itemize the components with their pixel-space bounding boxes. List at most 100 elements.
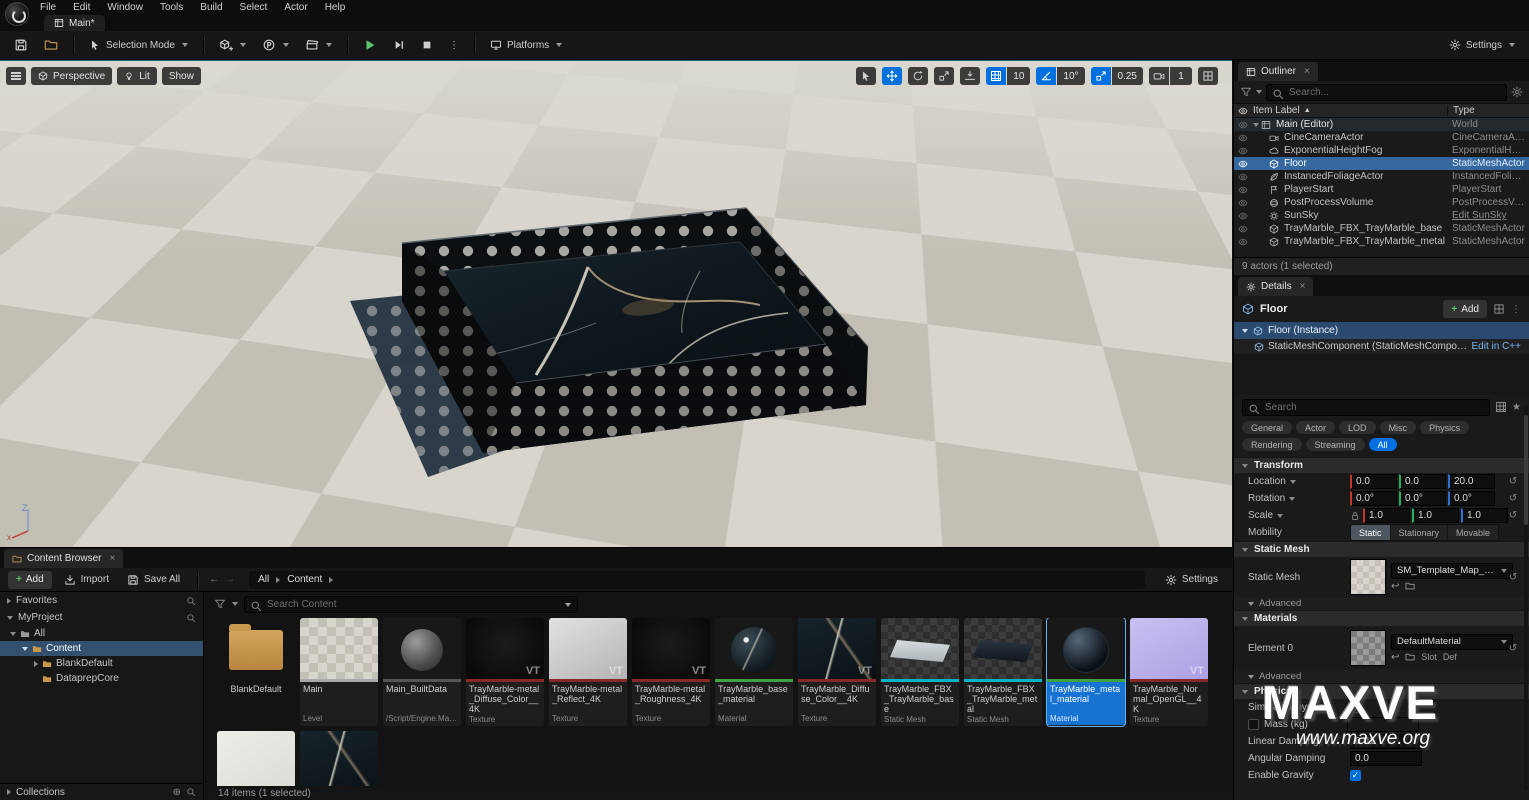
- chevron-down-icon[interactable]: [232, 602, 238, 606]
- add-asset-button[interactable]: +Add: [8, 571, 52, 589]
- details-options-kebab[interactable]: ⋮: [1511, 304, 1521, 315]
- move-tool-button[interactable]: [882, 67, 902, 85]
- scale-tool-button[interactable]: [934, 67, 954, 85]
- location-label[interactable]: Location: [1248, 476, 1350, 487]
- rotation-z-field[interactable]: 0.0°: [1448, 491, 1495, 506]
- eye-icon[interactable]: [1238, 198, 1248, 208]
- grid-snap-value[interactable]: 10: [1007, 67, 1030, 85]
- details-scrollbar[interactable]: [1524, 405, 1528, 790]
- camera-speed-button[interactable]: [1149, 67, 1169, 85]
- mobility-movable[interactable]: Movable: [1448, 525, 1498, 540]
- filter-physics[interactable]: Physics: [1420, 421, 1469, 434]
- lock-scale-icon[interactable]: [1350, 511, 1360, 521]
- asset-tile-partial[interactable]: [300, 731, 378, 786]
- linear-damping-field[interactable]: 0.01: [1350, 734, 1422, 749]
- play-button[interactable]: [357, 34, 383, 56]
- rotation-snap-toggle[interactable]: [1036, 67, 1056, 85]
- chevron-down-icon[interactable]: [1256, 90, 1262, 94]
- filter-lod[interactable]: LOD: [1339, 421, 1376, 434]
- reset-to-default-icon[interactable]: ↺: [1505, 493, 1521, 504]
- import-button[interactable]: Import: [58, 569, 115, 591]
- favorites-section[interactable]: Favorites: [0, 592, 203, 609]
- scale-label[interactable]: Scale: [1248, 510, 1350, 521]
- search-options-caret[interactable]: [565, 603, 571, 607]
- menu-help[interactable]: Help: [325, 2, 346, 13]
- close-icon[interactable]: ×: [109, 553, 115, 564]
- filter-actor[interactable]: Actor: [1296, 421, 1335, 434]
- filter-streaming[interactable]: Streaming: [1306, 438, 1365, 451]
- outliner-row-postprocess[interactable]: PostProcessVolume PostProcessVolu: [1234, 196, 1529, 209]
- menu-edit[interactable]: Edit: [73, 2, 90, 13]
- section-materials[interactable]: Materials: [1234, 610, 1529, 626]
- material-dropdown[interactable]: DefaultMaterial: [1391, 634, 1513, 650]
- blueprints-dropdown[interactable]: [256, 34, 295, 56]
- outliner-row-main-editor[interactable]: Main (Editor) World: [1234, 118, 1529, 131]
- skip-frame-button[interactable]: [387, 34, 411, 56]
- close-icon[interactable]: ×: [1300, 281, 1306, 292]
- add-collection-icon[interactable]: ⊕: [173, 787, 181, 798]
- outliner-row-playerstart[interactable]: PlayerStart PlayerStart: [1234, 183, 1529, 196]
- unreal-engine-logo[interactable]: [5, 2, 29, 26]
- mass-field[interactable]: [1347, 717, 1419, 732]
- outliner-row-sunsky[interactable]: SunSky Edit SunSky: [1234, 209, 1529, 222]
- component-row[interactable]: StaticMeshComponent (StaticMeshComponent…: [1234, 339, 1529, 355]
- maximize-viewport-button[interactable]: [1198, 67, 1218, 85]
- tree-item-blankdefault[interactable]: BlankDefault: [0, 656, 203, 671]
- reset-to-default-icon[interactable]: ↺: [1505, 476, 1521, 487]
- settings-dropdown[interactable]: Settings: [1443, 34, 1521, 56]
- mobility-stationary[interactable]: Stationary: [1391, 525, 1449, 540]
- filter-all[interactable]: All: [1369, 438, 1397, 451]
- filter-funnel-icon[interactable]: [1240, 86, 1252, 98]
- save-all-button[interactable]: Save All: [121, 569, 186, 591]
- menu-tools[interactable]: Tools: [160, 2, 183, 13]
- close-icon[interactable]: ×: [1304, 66, 1310, 77]
- outliner-row-cinecamera[interactable]: CineCameraActor CineCameraActor: [1234, 131, 1529, 144]
- outliner-column-header[interactable]: Item Label▲ Type: [1234, 103, 1529, 118]
- tab-outliner[interactable]: Outliner ×: [1238, 62, 1318, 81]
- cinematics-dropdown[interactable]: [299, 34, 338, 56]
- eye-icon[interactable]: [1238, 172, 1248, 182]
- eye-icon[interactable]: [1238, 224, 1248, 234]
- outliner-row-foliage[interactable]: InstancedFoliageActor InstancedFoliage: [1234, 170, 1529, 183]
- grid-snap-toggle[interactable]: [986, 67, 1006, 85]
- outliner-row-traymarble-base[interactable]: TrayMarble_FBX_TrayMarble_base StaticMes…: [1234, 222, 1529, 235]
- rotation-snap-value[interactable]: 10°: [1057, 67, 1084, 85]
- material-thumbnail[interactable]: [1350, 630, 1386, 666]
- edit-sunsky-link[interactable]: Edit SunSky: [1447, 210, 1525, 221]
- asset-tile-partial[interactable]: [217, 731, 295, 786]
- filter-general[interactable]: General: [1242, 421, 1292, 434]
- asset-tile-metal-material-selected[interactable]: TrayMarble_metal_materialMaterial: [1047, 618, 1125, 726]
- breadcrumb-all[interactable]: All: [258, 574, 269, 585]
- tree-item-dataprepcore[interactable]: DataprepCore: [0, 671, 203, 686]
- asset-tile-normal-opengl[interactable]: VT TrayMarble_Normal_OpenGL__4KTexture: [1130, 618, 1208, 726]
- instance-header[interactable]: Floor (Instance): [1234, 322, 1529, 339]
- filter-rendering[interactable]: Rendering: [1242, 438, 1302, 451]
- section-transform[interactable]: Transform: [1234, 457, 1529, 473]
- lit-mode-dropdown[interactable]: Lit: [117, 67, 157, 85]
- search-icon[interactable]: [186, 596, 196, 606]
- static-mesh-advanced[interactable]: Advanced: [1234, 597, 1529, 610]
- selection-mode-dropdown[interactable]: Selection Mode: [83, 34, 194, 56]
- reset-to-default-icon[interactable]: ↺: [1505, 510, 1521, 521]
- search-icon[interactable]: [186, 787, 196, 797]
- menu-file[interactable]: File: [40, 2, 56, 13]
- viewport-menu-button[interactable]: [6, 67, 26, 85]
- location-x-field[interactable]: 0.0: [1350, 474, 1397, 489]
- perspective-dropdown[interactable]: Perspective: [31, 67, 112, 85]
- play-options-kebab[interactable]: ⋮: [443, 34, 465, 56]
- outliner-row-heightfog[interactable]: ExponentialHeightFog ExponentialHeigh: [1234, 144, 1529, 157]
- 3d-viewport[interactable]: Perspective Lit Show 10 10° 0.25 1 Z x: [0, 60, 1232, 547]
- asset-tile-main-builtdata[interactable]: Main_BuiltData/Script/Engine.MapBu...: [383, 618, 461, 726]
- scale-snap-toggle[interactable]: [1091, 67, 1111, 85]
- menu-build[interactable]: Build: [200, 2, 222, 13]
- tree-item-all[interactable]: All: [0, 626, 203, 641]
- section-physics[interactable]: Physics: [1234, 683, 1529, 699]
- asset-tile-metal-roughness[interactable]: VT TrayMarble-metal_Roughness_4KTexture: [632, 618, 710, 726]
- edit-in-cpp-link[interactable]: Edit in C++: [1472, 341, 1521, 352]
- select-tool-button[interactable]: [856, 67, 876, 85]
- static-mesh-dropdown[interactable]: SM_Template_Map_Floor: [1391, 563, 1513, 579]
- angular-damping-field[interactable]: 0.0: [1350, 751, 1422, 766]
- mobility-static[interactable]: Static: [1351, 525, 1391, 540]
- asset-search-input[interactable]: [244, 596, 578, 613]
- filter-funnel-icon[interactable]: [214, 598, 226, 610]
